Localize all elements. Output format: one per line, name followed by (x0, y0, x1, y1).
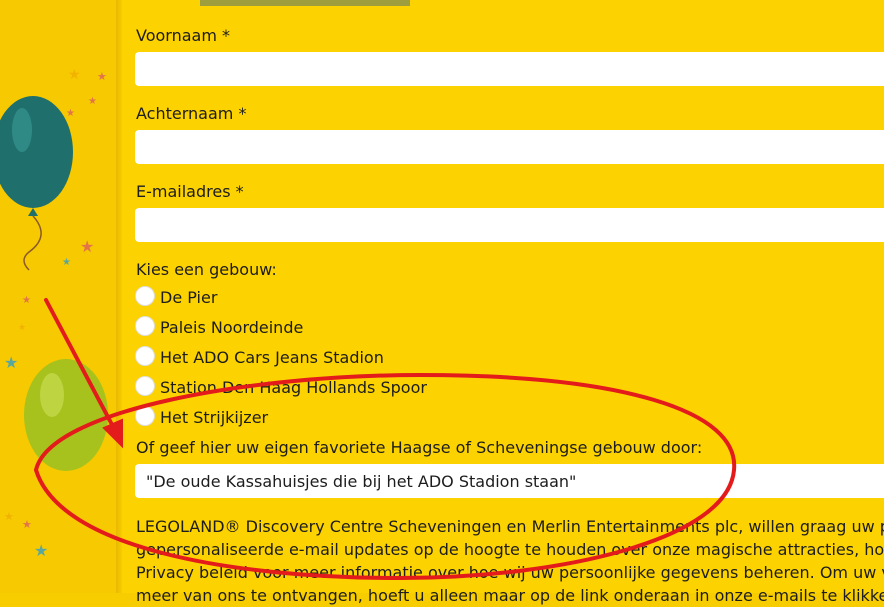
svg-text:★: ★ (62, 257, 71, 268)
svg-text:★: ★ (4, 510, 14, 523)
svg-text:★: ★ (4, 353, 18, 372)
disclaimer-line: gepersonaliseerde e-mail updates op de h… (136, 540, 884, 559)
own-building-input[interactable] (135, 464, 884, 498)
email-label: E-mailadres * (136, 182, 244, 201)
privacy-disclaimer: LEGOLAND® Discovery Centre Scheveningen … (136, 515, 884, 607)
radio-button[interactable] (135, 376, 155, 396)
svg-text:★: ★ (88, 96, 97, 107)
svg-text:★: ★ (34, 541, 48, 560)
svg-text:★: ★ (22, 295, 31, 306)
last-name-label: Achternaam * (136, 104, 247, 123)
email-input[interactable] (135, 208, 884, 242)
building-question: Kies een gebouw: (136, 260, 277, 279)
last-name-input[interactable] (135, 130, 884, 164)
own-building-label: Of geef hier uw eigen favoriete Haagse o… (136, 438, 703, 457)
svg-text:★: ★ (22, 518, 32, 531)
svg-text:★: ★ (18, 323, 26, 333)
svg-text:★: ★ (97, 70, 107, 83)
first-name-label: Voornaam * (136, 26, 230, 45)
disclaimer-line: LEGOLAND® Discovery Centre Scheveningen … (136, 517, 884, 536)
svg-text:★: ★ (68, 67, 81, 83)
header-remnant (200, 0, 410, 6)
balloon-decoration: ★ ★ ★ ★ ★ ★ ★ ★ ★ ★ ★ ★ (0, 67, 108, 560)
radio-button[interactable] (135, 316, 155, 336)
radio-button[interactable] (135, 286, 155, 306)
radio-label: Het ADO Cars Jeans Stadion (160, 348, 384, 367)
radio-label: Station Den Haag Hollands Spoor (160, 378, 427, 397)
first-name-input[interactable] (135, 52, 884, 86)
radio-button[interactable] (135, 406, 155, 426)
radio-label: De Pier (160, 288, 218, 307)
radio-label: Het Strijkijzer (160, 408, 269, 427)
disclaimer-line: meer van ons te ontvangen, hoeft u allee… (136, 586, 884, 605)
disclaimer-line: Privacy beleid voor meer informatie over… (136, 563, 884, 582)
svg-text:★: ★ (66, 108, 75, 119)
decorative-sidebar: ★ ★ ★ ★ ★ ★ ★ ★ ★ ★ ★ ★ (0, 0, 120, 593)
form-panel (122, 0, 884, 593)
svg-text:★: ★ (80, 237, 94, 256)
radio-label: Paleis Noordeinde (160, 318, 304, 337)
radio-button[interactable] (135, 346, 155, 366)
